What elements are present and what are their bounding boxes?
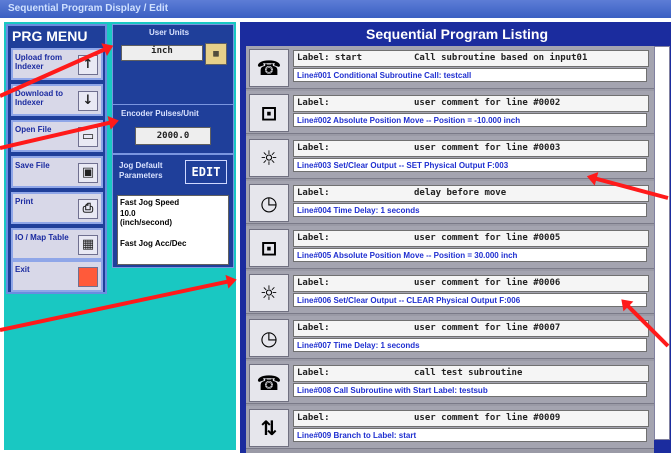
table-row[interactable]: ◷ Label: user comment for line #0007 Line…	[246, 316, 654, 359]
label-field[interactable]: Label: user comment for line #0009	[293, 410, 649, 427]
label-field[interactable]: Label: delay before move	[293, 185, 649, 202]
lightbulb-icon[interactable]: ☼	[249, 274, 289, 312]
table-row[interactable]: ◷ Label: delay before move Line#004 Time …	[246, 181, 654, 224]
step-description[interactable]: Line#002 Absolute Position Move -- Posit…	[293, 113, 647, 127]
printer-icon: ⎙	[78, 199, 98, 219]
step-description[interactable]: Line#006 Set/Clear Output -- CLEAR Physi…	[293, 293, 647, 307]
comment-text: user comment for line #0005	[414, 233, 561, 243]
save-file-button[interactable]: Save File ▣	[11, 156, 103, 188]
table-row[interactable]: ⊡ Label: user comment for line #0002 Line…	[246, 91, 654, 134]
jog-parameter-list[interactable]: Fast Jog Speed 10.0 (inch/second) Fast J…	[117, 195, 229, 265]
encoder-title: Encoder Pulses/Unit	[121, 109, 199, 118]
label-text: Label:	[297, 143, 330, 153]
label-field[interactable]: Label: user comment for line #0002	[293, 95, 649, 112]
listing-title: Sequential Program Listing	[365, 26, 549, 42]
comment-text: user comment for line #0009	[414, 413, 561, 423]
clock-icon[interactable]: ◷	[249, 319, 289, 357]
branch-icon[interactable]: ⇅	[249, 409, 289, 447]
exit-icon: ■	[78, 267, 98, 287]
subroutine-call-icon[interactable]: ☎	[249, 364, 289, 402]
comment-text: user comment for line #0002	[414, 98, 561, 108]
download-to-indexer-button[interactable]: Download to Indexer ↓	[11, 84, 103, 116]
label-field[interactable]: Label: user comment for line #0006	[293, 275, 649, 292]
menu-item-label: Exit	[15, 265, 30, 274]
exit-button[interactable]: Exit ■	[11, 260, 103, 292]
table-row[interactable]: ⊡ Label: user comment for line #0005 Line…	[246, 226, 654, 269]
jog-panel: Jog Default Parameters EDIT Fast Jog Spe…	[112, 154, 234, 268]
label-text: Label:	[297, 233, 330, 243]
label-field[interactable]: Label: start Call subroutine based on inp…	[293, 50, 649, 67]
label-text: Label:	[297, 188, 330, 198]
label-text: Label:	[297, 413, 330, 423]
list-item: 10.0	[120, 209, 136, 218]
comment-text: user comment for line #0003	[414, 143, 561, 153]
label-field[interactable]: Label: user comment for line #0005	[293, 230, 649, 247]
io-map-table-button[interactable]: IO / Map Table ▦	[11, 228, 103, 260]
table-icon: ▦	[78, 235, 98, 255]
label-field[interactable]: Label: call test subroutine	[293, 365, 649, 382]
user-units-panel: User Units inch ▦	[112, 24, 234, 106]
encoder-pulses-field[interactable]: 2000.0	[135, 127, 211, 145]
program-listing: ☎ Label: start Call subroutine based on i…	[246, 46, 654, 453]
menu-title: PRG MENU	[12, 28, 88, 44]
disk-icon: ▣	[78, 163, 98, 183]
menu-item-label: IO / Map Table	[15, 233, 69, 242]
prg-menu: PRG MENU Upload from Indexer ↑ Download …	[6, 24, 107, 294]
window-title: Sequential Program Display / Edit	[0, 0, 671, 18]
menu-item-label: Save File	[15, 161, 50, 170]
user-units-field[interactable]: inch	[121, 45, 203, 61]
list-item: (inch/second)	[120, 218, 173, 227]
comment-text: Call subroutine based on input01	[414, 53, 588, 63]
comment-text: user comment for line #0006	[414, 278, 561, 288]
comment-text: call test subroutine	[414, 368, 523, 378]
step-description[interactable]: Line#003 Set/Clear Output -- SET Physica…	[293, 158, 647, 172]
step-description[interactable]: Line#001 Conditional Subroutine Call: te…	[293, 68, 647, 82]
label-text: Label: start	[297, 53, 363, 63]
down-arrow-icon: ↓	[78, 91, 98, 111]
user-units-title: User Units	[149, 28, 190, 37]
units-table-icon[interactable]: ▦	[205, 43, 227, 65]
encoder-panel: Encoder Pulses/Unit 2000.0	[112, 104, 234, 154]
table-row[interactable]: ☼ Label: user comment for line #0006 Line…	[246, 271, 654, 314]
motor-move-icon[interactable]: ⊡	[249, 229, 289, 267]
clock-icon[interactable]: ◷	[249, 184, 289, 222]
comment-text: user comment for line #0007	[414, 323, 561, 333]
label-text: Label:	[297, 278, 330, 288]
list-item[interactable]: Fast Jog Acc/Dec	[118, 227, 228, 248]
label-field[interactable]: Label: user comment for line #0007	[293, 320, 649, 337]
print-button[interactable]: Print ⎙	[11, 192, 103, 224]
subroutine-call-icon[interactable]: ☎	[249, 49, 289, 87]
label-text: Label:	[297, 98, 330, 108]
motor-move-icon[interactable]: ⊡	[249, 94, 289, 132]
menu-item-label: Print	[15, 197, 34, 206]
table-row[interactable]: ⇅ Label: user comment for line #0009 Line…	[246, 406, 654, 449]
table-row[interactable]: ☎ Label: start Call subroutine based on i…	[246, 46, 654, 89]
listing-scrollbar[interactable]	[654, 46, 670, 440]
step-description[interactable]: Line#004 Time Delay: 1 seconds	[293, 203, 647, 217]
jog-title: Jog Default Parameters	[119, 161, 163, 180]
menu-item-label: Download to Indexer	[15, 89, 63, 107]
step-description[interactable]: Line#009 Branch to Label: start	[293, 428, 647, 442]
table-row[interactable]: ☎ Label: call test subroutine Line#008 Ca…	[246, 361, 654, 404]
list-item[interactable]: Fast Jog Speed	[118, 196, 228, 209]
label-text: Label:	[297, 323, 330, 333]
label-text: Label:	[297, 368, 330, 378]
step-description[interactable]: Line#007 Time Delay: 1 seconds	[293, 338, 647, 352]
step-description[interactable]: Line#005 Absolute Position Move -- Posit…	[293, 248, 647, 262]
jog-edit-button[interactable]: EDIT	[185, 160, 227, 184]
lightbulb-icon[interactable]: ☼	[249, 139, 289, 177]
comment-text: delay before move	[414, 188, 507, 198]
step-description[interactable]: Line#008 Call Subroutine with Start Labe…	[293, 383, 647, 397]
label-field[interactable]: Label: user comment for line #0003	[293, 140, 649, 157]
